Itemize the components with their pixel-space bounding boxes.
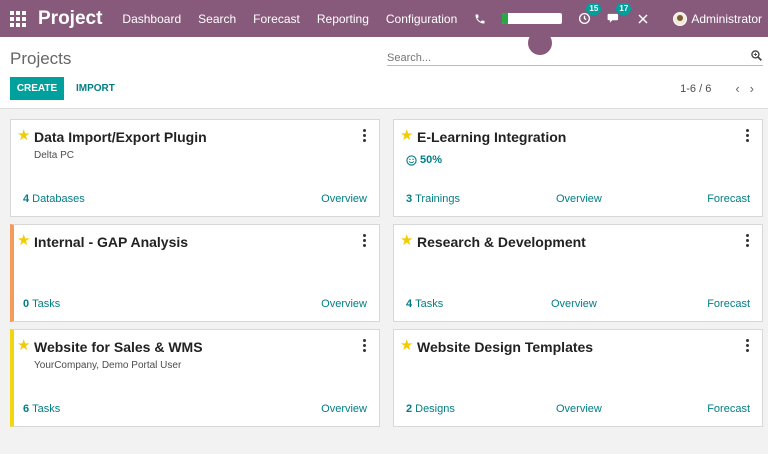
- card-footer: 4 Tasks Overview Forecast: [406, 298, 750, 310]
- forecast-link[interactable]: Forecast: [707, 298, 750, 310]
- card-menu-icon[interactable]: [746, 234, 749, 247]
- favorite-star-icon[interactable]: ★: [17, 233, 30, 248]
- smiley-icon: [406, 154, 417, 166]
- tools-icon[interactable]: [637, 13, 649, 25]
- progress-bar: [502, 13, 563, 24]
- card-menu-icon[interactable]: [363, 339, 366, 352]
- project-title: Website for Sales & WMS: [34, 339, 203, 355]
- card-menu-icon[interactable]: [363, 234, 366, 247]
- app-name[interactable]: Project: [38, 8, 102, 30]
- overview-link[interactable]: Overview: [556, 193, 602, 205]
- stat-label: Tasks: [32, 403, 61, 415]
- stat-label: Tasks: [415, 298, 444, 310]
- menu-forecast[interactable]: Forecast: [253, 12, 300, 26]
- project-card[interactable]: ★ E-Learning Integration 50% 3 Trainings …: [393, 119, 763, 217]
- favorite-star-icon[interactable]: ★: [17, 338, 30, 353]
- create-button[interactable]: CREATE: [10, 77, 64, 100]
- project-subtitle: YourCompany, Demo Portal User: [34, 360, 182, 371]
- activity-badge: 15: [586, 3, 602, 15]
- card-footer: 3 Trainings Overview Forecast: [406, 193, 750, 205]
- control-panel: Projects CREATE IMPORT 1-6 / 6 ‹ ›: [0, 37, 768, 109]
- project-title: Internal - GAP Analysis: [34, 234, 189, 250]
- search-box[interactable]: [387, 48, 763, 66]
- search-input[interactable]: [387, 52, 727, 64]
- stat-count: 6: [23, 403, 30, 415]
- favorite-star-icon[interactable]: ★: [400, 338, 413, 353]
- overview-link[interactable]: Overview: [321, 193, 367, 205]
- overview-link[interactable]: Overview: [551, 298, 597, 310]
- app-grid-icon[interactable]: [0, 0, 36, 37]
- stat-link[interactable]: 0 Tasks: [23, 298, 60, 310]
- user-name: Administrator: [691, 11, 762, 26]
- messages-button[interactable]: 17: [607, 3, 632, 25]
- phone-icon[interactable]: [474, 13, 486, 25]
- menu-dashboard[interactable]: Dashboard: [122, 12, 181, 26]
- top-navbar: Project Dashboard Search Forecast Report…: [0, 0, 768, 37]
- project-subtitle: Delta PC: [34, 150, 75, 161]
- stat-count: 4: [406, 298, 413, 310]
- menu-configuration[interactable]: Configuration: [386, 12, 457, 26]
- pager-value[interactable]: 1-6 / 6: [680, 83, 711, 95]
- import-button[interactable]: IMPORT: [76, 77, 115, 100]
- project-card[interactable]: ★ Website for Sales & WMS YourCompany, D…: [10, 329, 380, 427]
- favorite-star-icon[interactable]: ★: [400, 233, 413, 248]
- search-icon[interactable]: [750, 49, 763, 62]
- rating-value: 50%: [420, 154, 443, 166]
- overview-link[interactable]: Overview: [321, 403, 367, 415]
- stat-link[interactable]: 4 Databases: [23, 193, 85, 205]
- project-card[interactable]: ★ Research & Development 4 Tasks Overview…: [393, 224, 763, 322]
- menu-search[interactable]: Search: [198, 12, 236, 26]
- stat-count: 3: [406, 193, 413, 205]
- stat-link[interactable]: 2 Designs: [406, 403, 556, 415]
- avatar: [673, 11, 688, 26]
- stat-count: 4: [23, 193, 30, 205]
- stat-label: Designs: [415, 403, 455, 415]
- stat-link[interactable]: 3 Trainings: [406, 193, 556, 205]
- card-footer: 4 Databases Overview: [23, 193, 367, 205]
- overview-link[interactable]: Overview: [321, 298, 367, 310]
- stat-count: 2: [406, 403, 413, 415]
- messages-badge: 17: [616, 3, 632, 15]
- project-title: E-Learning Integration: [417, 129, 567, 145]
- card-footer: 2 Designs Overview Forecast: [406, 403, 750, 415]
- favorite-star-icon[interactable]: ★: [400, 128, 413, 143]
- favorite-star-icon[interactable]: ★: [17, 128, 30, 143]
- progress-fill: [502, 13, 509, 24]
- stat-label: Databases: [32, 193, 85, 205]
- stat-link[interactable]: 6 Tasks: [23, 403, 60, 415]
- project-card[interactable]: ★ Website Design Templates 2 Designs Over…: [393, 329, 763, 427]
- stat-label: Trainings: [415, 193, 460, 205]
- pager-previous-icon[interactable]: ‹: [735, 81, 739, 96]
- card-footer: 6 Tasks Overview: [23, 403, 367, 415]
- project-title: Research & Development: [417, 234, 586, 250]
- project-title: Data Import/Export Plugin: [34, 129, 207, 145]
- stat-count: 0: [23, 298, 30, 310]
- activity-button[interactable]: 15: [578, 3, 602, 25]
- card-menu-icon[interactable]: [746, 339, 749, 352]
- card-menu-icon[interactable]: [363, 129, 366, 142]
- menu-reporting[interactable]: Reporting: [317, 12, 369, 26]
- project-card[interactable]: ★ Data Import/Export Plugin Delta PC 4 Da…: [10, 119, 380, 217]
- forecast-link[interactable]: Forecast: [707, 403, 750, 415]
- project-card[interactable]: ★ Internal - GAP Analysis 0 Tasks Overvie…: [10, 224, 380, 322]
- pager-next-icon[interactable]: ›: [750, 81, 754, 96]
- user-menu[interactable]: Administrator: [673, 11, 762, 26]
- overview-link[interactable]: Overview: [556, 403, 602, 415]
- rating: 50%: [406, 154, 442, 166]
- card-footer: 0 Tasks Overview: [23, 298, 367, 310]
- project-title: Website Design Templates: [417, 339, 594, 355]
- loading-indicator: [528, 31, 552, 55]
- stat-link[interactable]: 4 Tasks: [406, 298, 551, 310]
- stat-label: Tasks: [32, 298, 61, 310]
- pager: 1-6 / 6 ‹ ›: [680, 81, 754, 96]
- page-title: Projects: [10, 49, 72, 68]
- forecast-link[interactable]: Forecast: [707, 193, 750, 205]
- card-menu-icon[interactable]: [746, 129, 749, 142]
